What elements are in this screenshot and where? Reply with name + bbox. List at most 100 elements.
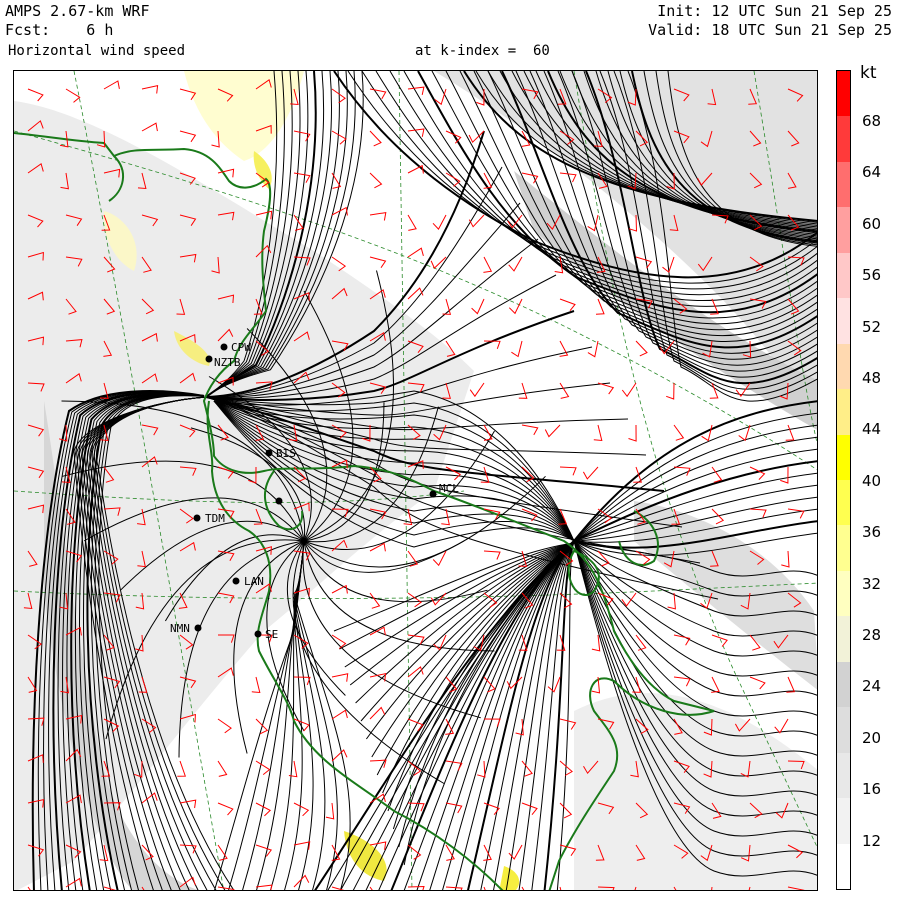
station-label-bis: BIS <box>276 447 296 460</box>
wind-barb <box>141 792 158 804</box>
wind-barb <box>635 340 648 357</box>
wind-barb <box>597 382 615 395</box>
wind-barb <box>141 122 158 132</box>
colorbar-label: 56 <box>862 266 882 285</box>
wind-barb <box>369 886 373 890</box>
wind-barb <box>786 676 796 693</box>
wind-barb <box>711 466 723 483</box>
wind-barb <box>331 673 349 682</box>
wind-barb <box>331 709 348 720</box>
station-label-nmn: NMN <box>170 622 190 635</box>
colorbar-label: 48 <box>862 369 882 387</box>
colorbar <box>836 70 851 890</box>
wind-barb <box>407 128 425 137</box>
model-title: AMPS 2.67-km WRF <box>5 2 150 20</box>
wind-barb <box>559 172 577 183</box>
wind-barb <box>293 172 311 183</box>
colorbar-segment <box>837 389 850 436</box>
station-unlabeled[interactable] <box>275 497 283 505</box>
wind-barb <box>673 634 691 646</box>
valid-time: Valid: 18 UTC Sun 21 Sep 25 <box>648 21 892 39</box>
wind-barb <box>27 88 44 102</box>
wind-barb <box>787 508 805 519</box>
colorbar-label: 64 <box>862 163 882 182</box>
wind-barb <box>445 760 463 771</box>
colorbar-label: 12 <box>862 831 882 850</box>
streamline <box>429 540 575 890</box>
wind-barb <box>547 676 561 693</box>
colorbar-segment <box>837 525 850 572</box>
wind-barb <box>141 84 159 94</box>
wind-map-svg: CPW NZTB BIS TDM LAN NMN SE MCL <box>14 71 817 890</box>
wind-barb <box>511 340 523 358</box>
wind-barb <box>628 424 637 442</box>
wind-barb <box>559 802 573 819</box>
wind-barb <box>521 760 533 777</box>
wind-barb <box>325 802 335 820</box>
wind-barb <box>331 88 346 104</box>
colorbar-segment <box>837 843 850 890</box>
streamline <box>390 540 575 890</box>
wind-barb <box>593 424 603 442</box>
wind-barb <box>369 759 387 768</box>
wind-barb <box>432 214 447 230</box>
wind-barb <box>293 802 310 817</box>
wind-barb <box>559 298 576 312</box>
forecast-hour: Fcst: 6 h <box>5 21 114 39</box>
streamline <box>327 540 575 890</box>
wind-barb <box>595 298 605 315</box>
station-label-mcl: MCL <box>439 482 459 495</box>
wind-barb <box>445 886 463 890</box>
model-level: at k-index = 60 <box>415 43 550 59</box>
wind-barb <box>331 584 348 594</box>
colorbar-label: 32 <box>862 574 882 593</box>
wind-barb <box>483 886 486 890</box>
colorbar-segment <box>837 707 850 754</box>
wind-barb <box>667 592 676 610</box>
colorbar-segment <box>837 116 850 163</box>
colorbar-label: 36 <box>862 523 882 542</box>
wind-barb <box>369 130 382 147</box>
wind-barb <box>177 760 187 777</box>
wind-barb <box>774 718 789 734</box>
colorbar-unit: kt <box>860 63 877 83</box>
station-label-se: SE <box>265 628 278 641</box>
wind-barb <box>369 172 383 189</box>
wind-barb <box>471 298 485 315</box>
wind-barb <box>442 298 452 315</box>
wind-barb <box>407 214 417 231</box>
colorbar-segment <box>837 480 850 526</box>
colorbar-label: 52 <box>862 317 882 336</box>
wind-barb <box>369 256 387 268</box>
wind-barb <box>785 424 795 441</box>
wind-barb <box>521 886 525 890</box>
wind-barb <box>331 886 345 890</box>
colorbar-label: 68 <box>862 112 882 130</box>
colorbar-segment <box>837 661 850 708</box>
wind-barb <box>521 424 539 436</box>
wind-barb <box>288 760 298 778</box>
wind-barb <box>217 886 235 890</box>
field-name: Horizontal wind speed <box>8 43 186 59</box>
colorbar-segment <box>837 570 850 617</box>
wind-map[interactable]: CPW NZTB BIS TDM LAN NMN SE MCL <box>13 70 818 891</box>
colorbar-label: 16 <box>862 780 882 799</box>
wind-barb <box>293 841 311 850</box>
wind-barb <box>369 88 387 100</box>
colorbar-label: 24 <box>862 677 882 696</box>
wind-barb <box>255 844 273 857</box>
colorbar-label: 40 <box>862 471 882 490</box>
colorbar-segment <box>837 752 850 799</box>
wind-barb <box>780 466 789 484</box>
wind-barb <box>407 666 424 678</box>
wind-barb <box>749 676 766 690</box>
station-label-lan: LAN <box>244 575 264 588</box>
station-label-tdm: TDM <box>205 512 225 525</box>
wind-barb <box>621 382 637 398</box>
colorbar-segment <box>837 252 850 299</box>
wind-barb <box>483 256 493 273</box>
wind-barb <box>407 247 424 258</box>
streamline <box>543 540 575 890</box>
wind-barb <box>65 88 81 103</box>
wind-barb <box>217 760 228 777</box>
